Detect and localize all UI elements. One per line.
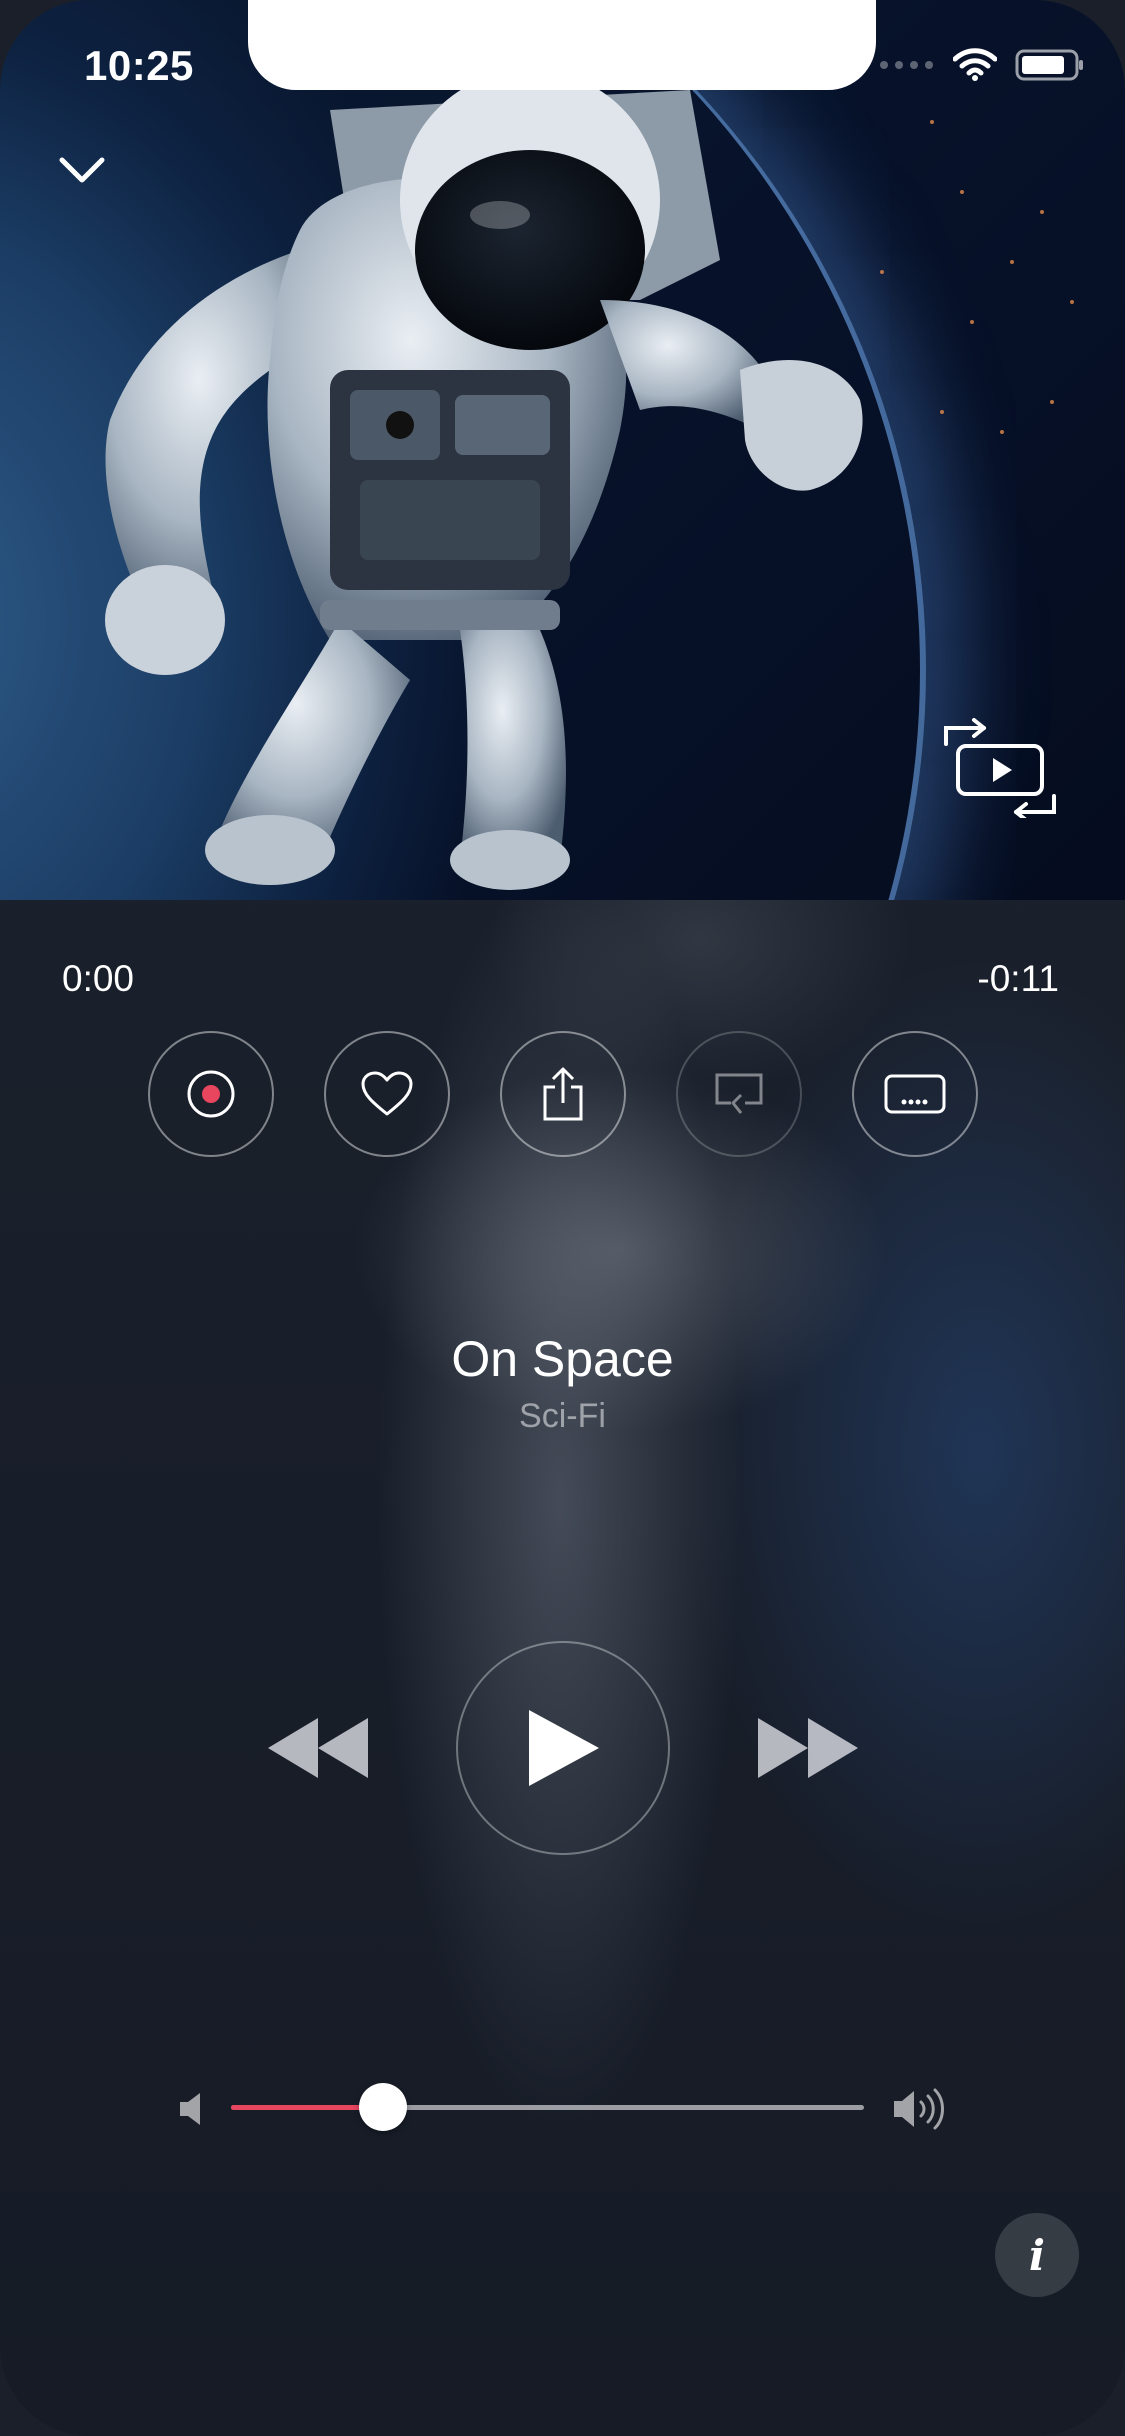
track-genre: Sci-Fi [519, 1397, 606, 1435]
record-button[interactable] [148, 1031, 274, 1157]
volume-slider[interactable] [231, 2083, 864, 2131]
status-time: 10:25 [84, 42, 194, 89]
player-screen: 10:25 0:00 -0:11 On Space Sci-Fi i [0, 0, 1125, 2436]
subtitles-icon [884, 1074, 946, 1114]
play-icon [529, 1710, 599, 1786]
favorite-button[interactable] [324, 1031, 450, 1157]
volume-thumb[interactable] [358, 2083, 407, 2131]
share-button[interactable] [500, 1031, 626, 1157]
volume-low-icon [180, 2093, 200, 2125]
fast-forward-button[interactable] [756, 1716, 860, 1780]
record-icon [187, 1070, 235, 1118]
chevron-down-icon[interactable] [58, 150, 106, 190]
play-button[interactable] [456, 1641, 670, 1855]
wifi-icon [953, 48, 997, 81]
action-buttons [148, 1031, 978, 1157]
loop-video-icon[interactable] [938, 718, 1062, 818]
device-notch [248, 0, 876, 90]
heart-icon [361, 1071, 413, 1116]
rewind-button[interactable] [266, 1716, 370, 1780]
subtitles-button[interactable] [852, 1031, 978, 1157]
reply-icon [715, 1073, 763, 1114]
time-remaining: -0:11 [977, 958, 1059, 999]
status-icons [879, 48, 1085, 82]
reply-button[interactable] [676, 1031, 802, 1157]
track-title: On Space [451, 1331, 674, 1387]
volume-high-icon [894, 2088, 944, 2130]
cellular-signal-icon [880, 61, 933, 69]
info-button[interactable]: i [995, 2213, 1079, 2297]
share-icon [543, 1067, 583, 1121]
time-elapsed: 0:00 [62, 958, 135, 999]
battery-icon [1015, 49, 1083, 81]
